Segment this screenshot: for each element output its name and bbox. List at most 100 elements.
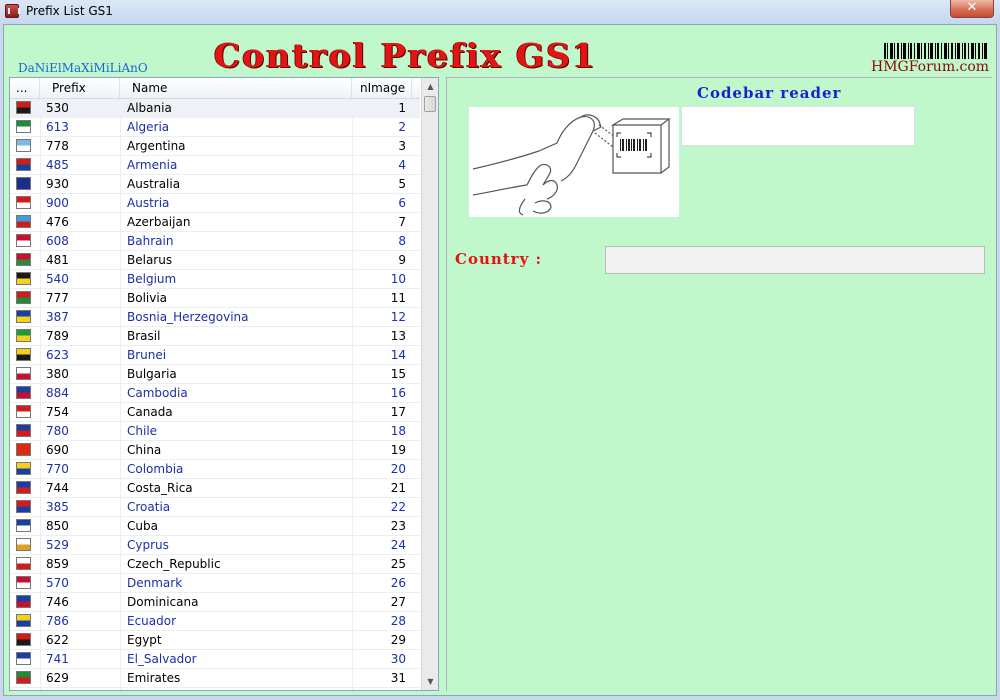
name-cell: Denmark [127, 576, 183, 590]
table-row[interactable]: 385 Croatia 22 [10, 498, 420, 517]
nimage-cell: 4 [398, 158, 406, 172]
flag-icon [16, 310, 31, 323]
table-row[interactable]: 623 Brunei 14 [10, 346, 420, 365]
flag-icon [16, 405, 31, 418]
flag-icon [16, 576, 31, 589]
name-cell: Armenia [127, 158, 178, 172]
barcode-input[interactable] [681, 106, 915, 146]
column-header-prefix[interactable]: Prefix [40, 78, 120, 98]
flag-icon [16, 519, 31, 532]
close-button[interactable]: ✕ [950, 0, 994, 18]
flag-icon [16, 557, 31, 570]
nimage-cell: 20 [390, 462, 406, 476]
column-header-nimage[interactable]: nImage [352, 78, 412, 98]
flag-icon [16, 424, 31, 437]
table-row[interactable]: 778 Argentina 3 [10, 137, 420, 156]
table-row[interactable]: 387 Bosnia_Herzegovina 12 [10, 308, 420, 327]
table-row[interactable]: 777 Bolivia 11 [10, 289, 420, 308]
prefix-cell: 741 [46, 652, 69, 666]
table-row[interactable]: 746 Dominicana 27 [10, 593, 420, 612]
table-row[interactable]: 744 Costa_Rica 21 [10, 479, 420, 498]
column-header-flag[interactable]: ... [10, 78, 40, 98]
app-icon [5, 4, 20, 18]
nimage-cell: 28 [390, 614, 406, 628]
prefix-cell: 385 [46, 500, 69, 514]
table-row[interactable]: 770 Colombia 20 [10, 460, 420, 479]
table-row[interactable]: 859 Czech_Republic 25 [10, 555, 420, 574]
banner-title: Control Prefix GS1 [214, 36, 597, 75]
prefix-cell: 789 [46, 329, 69, 343]
name-cell: El_Salvador [127, 652, 197, 666]
flag-icon [16, 329, 31, 342]
table-row[interactable]: 530 Albania 1 [10, 99, 420, 118]
prefix-cell: 387 [46, 310, 69, 324]
nimage-cell: 22 [390, 500, 406, 514]
prefix-cell: 629 [46, 671, 69, 685]
prefix-cell: 780 [46, 424, 69, 438]
table-row[interactable]: 476 Azerbaijan 7 [10, 213, 420, 232]
table-row[interactable]: 900 Austria 6 [10, 194, 420, 213]
table-row[interactable]: 529 Cyprus 24 [10, 536, 420, 555]
table-row[interactable]: 754 Canada 17 [10, 403, 420, 422]
table-row[interactable]: 380 Bulgaria 15 [10, 365, 420, 384]
barcode-scanner-icon [469, 107, 679, 217]
author-label: DaNiElMaXiMiLiAnO [18, 61, 148, 75]
country-label: Country : [455, 250, 543, 268]
table-row[interactable]: 786 Ecuador 28 [10, 612, 420, 631]
prefix-cell: 540 [46, 272, 69, 286]
scroll-down-button[interactable]: ▼ [422, 673, 438, 690]
nimage-cell: 6 [398, 196, 406, 210]
title-bar[interactable]: Prefix List GS1 ✕ [0, 0, 1000, 24]
name-cell: Costa_Rica [127, 481, 193, 495]
table-row[interactable]: 485 Armenia 4 [10, 156, 420, 175]
scroll-up-button[interactable]: ▲ [422, 78, 438, 95]
name-cell: Dominicana [127, 595, 199, 609]
flag-icon [16, 120, 31, 133]
nimage-cell: 19 [390, 443, 406, 457]
nimage-cell: 7 [398, 215, 406, 229]
name-cell: Cyprus [127, 538, 169, 552]
scroll-thumb[interactable] [424, 96, 436, 112]
name-cell: Bulgaria [127, 367, 177, 381]
flag-icon [16, 291, 31, 304]
column-header-name[interactable]: Name [120, 78, 352, 98]
prefix-cell: 770 [46, 462, 69, 476]
prefix-grid[interactable]: ... Prefix Name nImage 530 Albania 1 613 Alg… [9, 77, 439, 691]
table-row[interactable]: 789 Brasil 13 [10, 327, 420, 346]
nimage-cell: 16 [390, 386, 406, 400]
table-row[interactable]: 481 Belarus 9 [10, 251, 420, 270]
table-row[interactable]: 540 Belgium 10 [10, 270, 420, 289]
barcode-logo-icon [884, 43, 987, 59]
table-row[interactable]: 850 Cuba 23 [10, 517, 420, 536]
prefix-cell: 622 [46, 633, 69, 647]
nimage-cell: 12 [390, 310, 406, 324]
table-row[interactable]: 741 El_Salvador 30 [10, 650, 420, 669]
table-row[interactable]: 608 Bahrain 8 [10, 232, 420, 251]
prefix-cell: 850 [46, 519, 69, 533]
nimage-cell: 29 [390, 633, 406, 647]
nimage-cell: 10 [390, 272, 406, 286]
nimage-cell: 24 [390, 538, 406, 552]
nimage-cell: 1 [398, 101, 406, 115]
flag-icon [16, 101, 31, 114]
table-row[interactable]: 629 Emirates 31 [10, 669, 420, 688]
table-row[interactable]: 690 China 19 [10, 441, 420, 460]
site-label: HMGForum.com [871, 59, 990, 75]
table-row[interactable]: 930 Australia 5 [10, 175, 420, 194]
nimage-cell: 15 [390, 367, 406, 381]
table-row[interactable]: 570 Denmark 26 [10, 574, 420, 593]
prefix-cell: 786 [46, 614, 69, 628]
prefix-cell: 613 [46, 120, 69, 134]
vertical-scrollbar[interactable]: ▲ ▼ [421, 78, 438, 690]
table-row[interactable]: 613 Algeria 2 [10, 118, 420, 137]
country-field[interactable] [605, 246, 985, 274]
nimage-cell: 2 [398, 120, 406, 134]
name-cell: Austria [127, 196, 170, 210]
flag-icon [16, 538, 31, 551]
prefix-cell: 744 [46, 481, 69, 495]
prefix-cell: 380 [46, 367, 69, 381]
prefix-cell: 690 [46, 443, 69, 457]
table-row[interactable]: 884 Cambodia 16 [10, 384, 420, 403]
table-row[interactable]: 622 Egypt 29 [10, 631, 420, 650]
table-row[interactable]: 780 Chile 18 [10, 422, 420, 441]
